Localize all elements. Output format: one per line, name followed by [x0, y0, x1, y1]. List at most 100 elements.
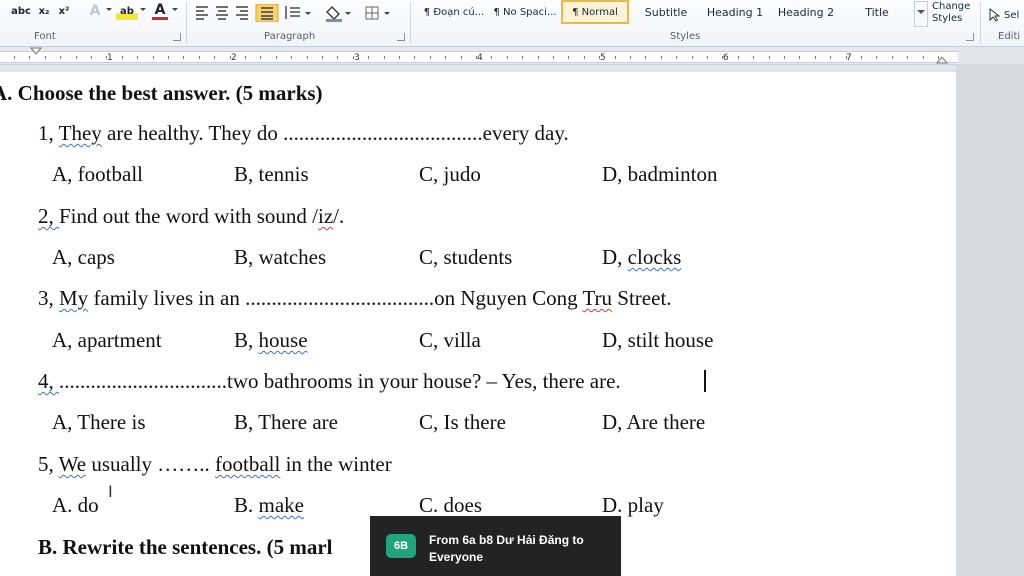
align-left-icon[interactable]: [196, 6, 208, 20]
ruler-tick: [830, 56, 832, 59]
highlight-dropdown-icon[interactable]: [140, 8, 146, 11]
ruler-tick: [260, 56, 262, 59]
style-heading-1[interactable]: Heading 1: [702, 0, 768, 24]
select-button[interactable]: Sel: [1004, 10, 1019, 21]
ruler-number: 3: [354, 53, 360, 63]
ruler-tick: [660, 56, 662, 59]
text-effects-button[interactable]: A: [86, 2, 104, 20]
q4-option-d: D, Are there: [602, 410, 706, 434]
select-arrow-icon: [989, 8, 1000, 22]
borders-dropdown-icon[interactable]: [384, 12, 390, 15]
q2-option-a: A, caps: [52, 245, 115, 269]
group-separator: [980, 2, 981, 44]
style-title[interactable]: Title: [845, 0, 909, 24]
align-center-icon[interactable]: [216, 6, 228, 20]
ruler-tick: [737, 56, 739, 59]
ruler-tick: [183, 56, 185, 59]
first-line-indent-marker-icon[interactable]: [30, 47, 42, 55]
styles-group-label: Styles: [670, 31, 701, 42]
style-doan-cu[interactable]: ¶ Đoạn cú...: [418, 0, 490, 24]
section-a-heading: A. Choose the best answer. (5 marks): [0, 81, 323, 105]
highlight-color-button[interactable]: ab: [116, 2, 138, 20]
shading-dropdown-icon[interactable]: [345, 12, 351, 15]
chat-message: From 6a b8 Dư Hải Đăng to Everyone: [429, 533, 584, 564]
font-group-label: Font: [34, 31, 56, 42]
ruler-tick: [676, 56, 678, 59]
ruler-tick: [583, 56, 585, 59]
shading-icon[interactable]: [326, 6, 342, 22]
q1-option-d: D, badminton: [602, 162, 718, 186]
ruler-tick: [784, 56, 785, 59]
question-3: 3, My family lives in an ...............…: [38, 286, 672, 310]
ruler-tick: [322, 56, 323, 59]
ruler-tick: [537, 56, 539, 59]
document-page[interactable]: A. Choose the best answer. (5 marks) 1, …: [0, 72, 956, 576]
ruler-tick: [168, 56, 169, 59]
strikethrough-button[interactable]: abc: [10, 2, 32, 20]
squiggle-word: They: [58, 121, 102, 145]
line-spacing-dropdown-icon[interactable]: [305, 12, 311, 15]
text-caret: [704, 370, 706, 392]
chat-notification[interactable]: 6B From 6a b8 Dư Hải Đăng to Everyone: [370, 516, 621, 576]
ruler-tick: [891, 56, 893, 59]
ruler-tick: [491, 56, 493, 59]
ruler-tick: [152, 56, 154, 59]
ruler-tick: [861, 56, 862, 59]
ruler-tick: [137, 56, 139, 59]
ruler-tick: [245, 56, 246, 59]
q5-option-d: D. play: [602, 493, 664, 517]
ruler-tick: [337, 56, 339, 59]
question-1: 1, They are healthy. They do ...........…: [38, 121, 569, 145]
styles-dialog-launcher-icon[interactable]: [966, 33, 974, 41]
ruler-tick: [229, 56, 231, 59]
ruler-tick: [768, 56, 770, 59]
align-right-icon[interactable]: [236, 6, 248, 20]
ruler-tick: [399, 56, 400, 59]
style-subtitle[interactable]: Subtitle: [633, 0, 699, 24]
text-effects-dropdown-icon[interactable]: [106, 8, 112, 11]
ruler-tick: [691, 56, 693, 59]
ruler-tick: [460, 56, 462, 59]
ruler-number: 4: [477, 53, 483, 63]
style-no-spacing[interactable]: ¶ No Spaci...: [490, 0, 560, 24]
q4-option-b: B, There are: [234, 410, 338, 434]
ruler-tick: [214, 56, 216, 59]
ruler-tick: [75, 56, 77, 59]
q3-option-d: D, stilt house: [602, 328, 714, 352]
ruler-tick: [630, 56, 631, 59]
avatar: 6B: [386, 534, 416, 558]
ruler-tick: [753, 56, 755, 59]
ruler-tick: [506, 56, 508, 59]
right-indent-marker-icon[interactable]: [936, 55, 948, 64]
style-normal[interactable]: ¶ Normal: [561, 0, 629, 24]
group-separator: [186, 2, 187, 44]
borders-icon[interactable]: [365, 6, 379, 20]
style-heading-2[interactable]: Heading 2: [771, 0, 841, 24]
q2-option-c: C, students: [419, 245, 513, 269]
q3-option-c: C, villa: [419, 328, 481, 352]
styles-more-button[interactable]: [914, 1, 928, 27]
subscript-button[interactable]: x₂: [36, 2, 52, 20]
ruler-number: 2: [231, 53, 237, 63]
ruler-number: 1: [107, 53, 113, 63]
ruler-tick: [29, 56, 31, 59]
superscript-button[interactable]: x²: [56, 2, 72, 20]
ruler-tick: [707, 56, 708, 59]
more-arrow-icon: [917, 10, 925, 14]
ruler-number: 5: [600, 53, 606, 63]
ribbon: abc x₂ x² A ab A Font Paragraph ¶ Đoạn c…: [0, 0, 1024, 47]
ruler-tick: [352, 56, 354, 59]
horizontal-ruler[interactable]: 1 2 3 4 5 6 7: [0, 47, 958, 65]
ruler-tick: [60, 56, 62, 59]
q5-option-a: A. do: [52, 493, 99, 517]
ruler-tick: [14, 56, 15, 59]
font-color-dropdown-icon[interactable]: [172, 8, 178, 11]
change-styles-button[interactable]: Change Styles: [932, 1, 976, 25]
font-color-button[interactable]: A: [152, 2, 168, 20]
line-spacing-icon[interactable]: [285, 6, 300, 19]
ruler-tick: [91, 56, 92, 59]
ruler-tick: [121, 56, 123, 59]
paragraph-dialog-launcher-icon[interactable]: [397, 33, 405, 41]
group-separator: [410, 2, 411, 44]
font-dialog-launcher-icon[interactable]: [173, 33, 181, 41]
